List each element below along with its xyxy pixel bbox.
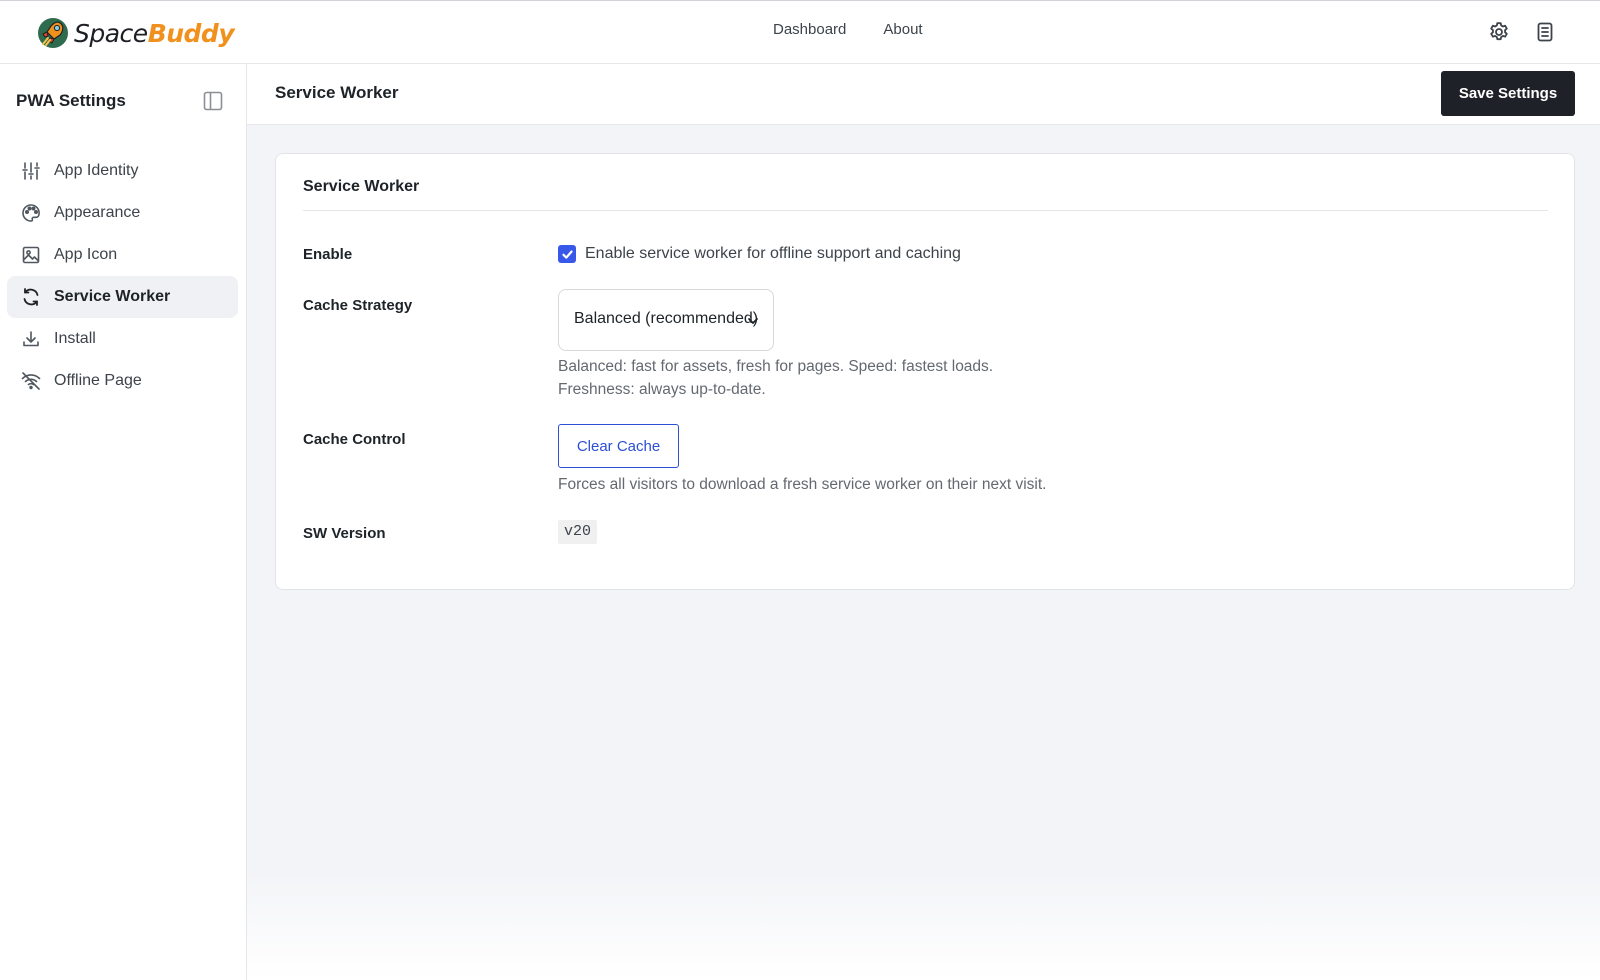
wifi-off-icon (21, 372, 41, 390)
sidebar-item-label: App Identity (54, 162, 139, 179)
sliders-icon (22, 162, 40, 180)
sw-version-label: SW Version (303, 525, 386, 542)
enable-service-worker-checkbox[interactable]: Enable service worker for offline suppor… (558, 245, 961, 263)
cache-strategy-selected-value: Balanced (recommended) (574, 310, 759, 327)
cache-strategy-select[interactable]: Balanced (recommended) (558, 289, 774, 351)
sidebar-item-label: Offline Page (54, 372, 142, 389)
card-divider (303, 210, 1548, 211)
enable-label: Enable (303, 246, 353, 263)
nav-link-about[interactable]: About (883, 21, 922, 38)
clear-cache-button[interactable]: Clear Cache (558, 424, 679, 468)
chevron-down-icon (748, 318, 758, 324)
sidebar-nav: App Identity Appearance App Icon Service… (7, 150, 238, 402)
cache-strategy-help-line1: Balanced: fast for assets, fresh for pag… (558, 358, 994, 375)
top-bar: SpaceBuddy Dashboard About (0, 0, 1600, 64)
download-icon (23, 331, 39, 347)
sidebar-collapse-icon[interactable] (202, 90, 224, 112)
top-navigation: Dashboard About (773, 21, 923, 38)
sidebar-item-label: Service Worker (54, 288, 171, 305)
document-icon[interactable] (1533, 20, 1557, 44)
card-title: Service Worker (303, 178, 420, 195)
sidebar-item-label: Install (54, 330, 96, 347)
cache-strategy-help: Balanced: fast for assets, fresh for pag… (558, 355, 1118, 401)
top-icon-group (1487, 20, 1557, 44)
sw-version-value: v20 (558, 520, 598, 544)
sidebar-title: PWA Settings (16, 91, 126, 110)
cache-control-help: Forces all visitors to download a fresh … (558, 476, 1047, 493)
nav-link-dashboard[interactable]: Dashboard (773, 21, 846, 38)
checkmark-icon (561, 250, 573, 259)
sidebar-item-app-icon[interactable]: App Icon (7, 234, 238, 276)
rocket-logo-icon (38, 18, 68, 48)
page-header: Service Worker Save Settings (247, 64, 1600, 125)
cache-strategy-help-line2: Freshness: always up-to-date. (558, 381, 766, 398)
spacebuddy-logo[interactable]: SpaceBuddy (36, 14, 235, 52)
settings-sidebar: PWA Settings App Identity Appearance App… (0, 64, 247, 980)
palette-icon (22, 204, 40, 222)
cache-strategy-label: Cache Strategy (303, 297, 413, 314)
logo-word-buddy: Buddy (147, 18, 235, 48)
cache-control-label: Cache Control (303, 431, 406, 448)
image-icon (22, 246, 40, 264)
checkbox-checked[interactable] (558, 245, 576, 263)
sidebar-item-appearance[interactable]: Appearance (7, 192, 238, 234)
checkbox-label: Enable service worker for offline suppor… (585, 245, 961, 262)
sidebar-item-label: Appearance (54, 204, 141, 221)
service-worker-card: Service Worker Enable Enable service wor… (275, 153, 1575, 590)
refresh-icon (23, 288, 39, 306)
sidebar-item-offline-page[interactable]: Offline Page (7, 360, 238, 402)
sidebar-item-app-identity[interactable]: App Identity (7, 150, 238, 192)
sidebar-item-label: App Icon (54, 246, 118, 263)
logo-wordmark: SpaceBuddy (74, 18, 235, 48)
save-settings-button[interactable]: Save Settings (1441, 71, 1575, 116)
logo-word-space: Space (74, 18, 148, 48)
main-content: Service Worker Save Settings Service Wor… (247, 64, 1600, 980)
page-title: Service Worker (275, 83, 399, 102)
sidebar-header: PWA Settings (16, 88, 224, 114)
gear-icon[interactable] (1487, 20, 1511, 44)
sidebar-item-service-worker[interactable]: Service Worker (7, 276, 238, 318)
sidebar-item-install[interactable]: Install (7, 318, 238, 360)
